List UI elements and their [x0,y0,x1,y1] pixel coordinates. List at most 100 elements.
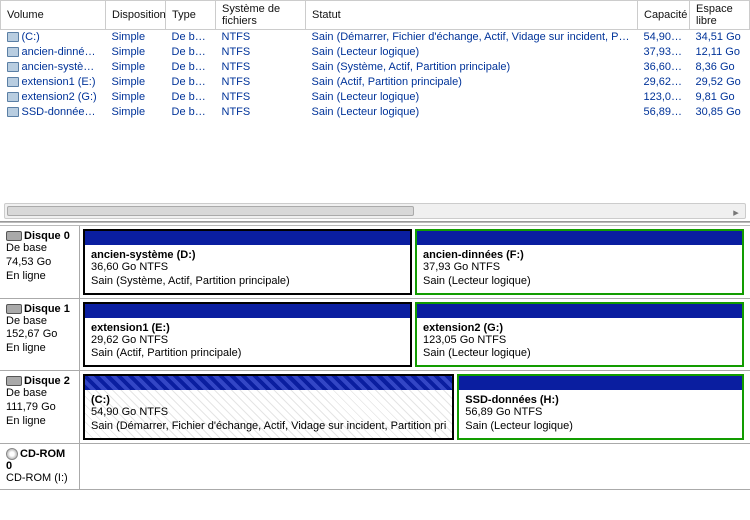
volume-row[interactable]: SSD-données (H:)SimpleDe baseNTFSSain (L… [1,105,750,120]
disk-name: Disque 2 [24,375,70,387]
volume-capacity: 36,60 Go [638,60,690,75]
volume-fs: NTFS [216,75,306,90]
volume-name: (C:) [1,30,106,45]
partition[interactable]: extension2 (G:) 123,05 Go NTFS Sain (Lec… [415,302,744,368]
volume-free: 34,51 Go [690,30,750,45]
partition-title: ancien-dinnées (F:) [423,249,736,261]
volume-type: De base [166,75,216,90]
scrollbar-thumb[interactable] [7,206,414,216]
partition-status: Sain (Actif, Partition principale) [91,347,404,361]
volume-row[interactable]: extension2 (G:)SimpleDe baseNTFSSain (Le… [1,90,750,105]
volume-free: 29,52 Go [690,75,750,90]
volume-status: Sain (Lecteur logique) [306,105,638,120]
partition-title: extension2 (G:) [423,322,736,334]
partition-status: Sain (Lecteur logique) [465,420,736,434]
volume-icon [7,62,19,72]
col-type[interactable]: Type [166,1,216,30]
partition[interactable]: SSD-données (H:) 56,89 Go NTFS Sain (Lec… [457,374,744,440]
col-filesystem[interactable]: Système de fichiers [216,1,306,30]
partition-status: Sain (Démarrer, Fichier d'échange, Actif… [91,420,446,434]
disk-map-pane: Disque 0 De base 74,53 Go En ligne ancie… [0,226,750,520]
disk-partitions: (C:) 54,90 Go NTFS Sain (Démarrer, Fichi… [80,371,750,443]
volume-capacity: 29,62 Go [638,75,690,90]
volume-free: 9,81 Go [690,90,750,105]
volume-status: Sain (Actif, Partition principale) [306,75,638,90]
partition-status: Sain (Lecteur logique) [423,347,736,361]
volume-status: Sain (Système, Actif, Partition principa… [306,60,638,75]
volume-disposition: Simple [106,45,166,60]
disk-row: Disque 0 De base 74,53 Go En ligne ancie… [0,226,750,299]
col-volume[interactable]: Volume [1,1,106,30]
partition[interactable]: extension1 (E:) 29,62 Go NTFS Sain (Acti… [83,302,412,368]
volume-icon [7,77,19,87]
volume-row[interactable]: (C:)SimpleDe baseNTFSSain (Démarrer, Fic… [1,30,750,45]
disk-row: Disque 2 De base 111,79 Go En ligne (C:)… [0,371,750,444]
col-capacity[interactable]: Capacité [638,1,690,30]
horizontal-scrollbar[interactable]: ▸ [4,203,746,219]
partition-title: (C:) [91,394,446,406]
partition[interactable]: ancien-dinnées (F:) 37,93 Go NTFS Sain (… [415,229,744,295]
partition-size: 37,93 Go NTFS [423,261,736,275]
disk-partitions: extension1 (E:) 29,62 Go NTFS Sain (Acti… [80,299,750,371]
disk-type: De base [6,242,73,256]
volume-disposition: Simple [106,90,166,105]
disk-icon [6,304,22,314]
cdrom-info[interactable]: CD-ROM 0 CD-ROM (I:) [0,444,80,490]
volume-capacity: 54,90 Go [638,30,690,45]
partition-title: SSD-données (H:) [465,394,736,406]
volume-fs: NTFS [216,90,306,105]
volume-disposition: Simple [106,105,166,120]
volume-table[interactable]: Volume Disposition Type Système de fichi… [0,0,750,120]
volume-status: Sain (Lecteur logique) [306,90,638,105]
col-disposition[interactable]: Disposition [106,1,166,30]
cdrom-row: CD-ROM 0 CD-ROM (I:) [0,444,750,491]
partition-size: 123,05 Go NTFS [423,334,736,348]
partition[interactable]: (C:) 54,90 Go NTFS Sain (Démarrer, Fichi… [83,374,454,440]
volume-header-row[interactable]: Volume Disposition Type Système de fichi… [1,1,750,30]
volume-row[interactable]: ancien-dinnées (F:)SimpleDe baseNTFSSain… [1,45,750,60]
disk-size: 74,53 Go [6,256,73,270]
partition-header [417,231,742,245]
partition-status: Sain (Lecteur logique) [423,275,736,289]
disk-state: En ligne [6,415,73,429]
partition-size: 54,90 Go NTFS [91,406,446,420]
col-free[interactable]: Espace libre [690,1,750,30]
disk-info[interactable]: Disque 0 De base 74,53 Go En ligne [0,226,80,298]
disk-partitions: ancien-système (D:) 36,60 Go NTFS Sain (… [80,226,750,298]
partition-title: ancien-système (D:) [91,249,404,261]
volume-type: De base [166,105,216,120]
col-status[interactable]: Statut [306,1,638,30]
volume-fs: NTFS [216,60,306,75]
disk-type: De base [6,387,73,401]
disk-icon [6,376,22,386]
cdrom-icon [6,448,18,460]
volume-name: ancien-dinnées (F:) [1,45,106,60]
partition-header [417,304,742,318]
volume-disposition: Simple [106,75,166,90]
disk-info[interactable]: Disque 2 De base 111,79 Go En ligne [0,371,80,443]
volume-disposition: Simple [106,30,166,45]
volume-row[interactable]: extension1 (E:)SimpleDe baseNTFSSain (Ac… [1,75,750,90]
volume-fs: NTFS [216,45,306,60]
volume-type: De base [166,45,216,60]
partition-status: Sain (Système, Actif, Partition principa… [91,275,404,289]
partition[interactable]: ancien-système (D:) 36,60 Go NTFS Sain (… [83,229,412,295]
volume-disposition: Simple [106,60,166,75]
partition-size: 29,62 Go NTFS [91,334,404,348]
disk-row: Disque 1 De base 152,67 Go En ligne exte… [0,299,750,372]
volume-type: De base [166,30,216,45]
volume-free: 12,11 Go [690,45,750,60]
partition-title: extension1 (E:) [91,322,404,334]
volume-list-pane: Volume Disposition Type Système de fichi… [0,0,750,222]
volume-icon [7,107,19,117]
disk-state: En ligne [6,342,73,356]
disk-info[interactable]: Disque 1 De base 152,67 Go En ligne [0,299,80,371]
disk-type: De base [6,315,73,329]
volume-icon [7,32,19,42]
volume-name: ancien-système (D:) [1,60,106,75]
volume-capacity: 123,05 Go [638,90,690,105]
volume-row[interactable]: ancien-système (D:)SimpleDe baseNTFSSain… [1,60,750,75]
volume-free: 8,36 Go [690,60,750,75]
scroll-right-arrow-icon[interactable]: ▸ [729,206,743,216]
volume-capacity: 56,89 Go [638,105,690,120]
